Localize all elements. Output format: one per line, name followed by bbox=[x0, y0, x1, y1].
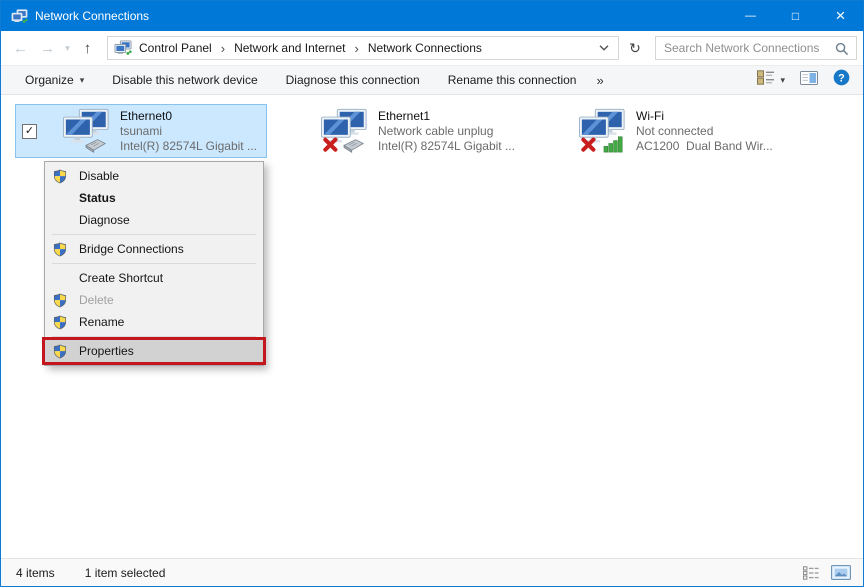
address-bar[interactable]: Control Panel›Network and Internet›Netwo… bbox=[107, 36, 619, 60]
uac-shield-icon bbox=[53, 343, 68, 359]
menu-icon-placeholder bbox=[53, 270, 68, 286]
preview-pane-button[interactable] bbox=[800, 71, 818, 90]
forward-button[interactable]: → bbox=[34, 40, 61, 57]
toolbar-item-label: Disable this network device bbox=[112, 73, 257, 87]
diagnose-this-connection-button[interactable]: Diagnose this connection bbox=[272, 66, 434, 94]
context-menu: Disable Status Diagnose Bridge Connectio… bbox=[44, 161, 264, 366]
menu-item-label: Properties bbox=[79, 344, 134, 358]
recent-locations-dropdown-icon[interactable]: ▾ bbox=[61, 43, 74, 54]
menu-item-label: Create Shortcut bbox=[79, 271, 163, 285]
uac-shield-icon bbox=[53, 168, 68, 184]
connection-tile-ethernet1[interactable]: Ethernet1 Network cable unplug Intel(R) … bbox=[273, 104, 525, 158]
connection-text: Wi-Fi Not connected AC1200 Dual Band Wir… bbox=[636, 109, 773, 154]
menu-separator bbox=[52, 263, 256, 264]
address-dropdown-icon[interactable] bbox=[590, 45, 618, 51]
titlebar: Network Connections — □ × bbox=[1, 1, 863, 31]
network-connections-window: Network Connections — □ × ← → ▾ ↑ bbox=[0, 0, 864, 587]
menu-item-status[interactable]: Status bbox=[45, 187, 263, 209]
connection-name: Ethernet0 bbox=[120, 109, 257, 124]
toolbar-overflow-icon[interactable]: » bbox=[590, 73, 609, 88]
network-connections-app-icon bbox=[11, 9, 28, 24]
menu-item-diagnose[interactable]: Diagnose bbox=[45, 209, 263, 231]
breadcrumb-item-network-and-internet[interactable]: Network and Internet bbox=[232, 41, 347, 55]
toolbar-right-group: ▾ ? bbox=[757, 69, 850, 91]
toolbar-item-label: Rename this connection bbox=[448, 73, 577, 87]
close-button[interactable]: × bbox=[818, 1, 863, 31]
view-options-icon bbox=[757, 70, 775, 90]
menu-item-label: Disable bbox=[79, 169, 119, 183]
breadcrumb-item-network-connections[interactable]: Network Connections bbox=[366, 41, 484, 55]
search-icon[interactable] bbox=[835, 42, 849, 56]
minimize-button[interactable]: — bbox=[728, 1, 773, 31]
selection-checkbox[interactable]: ✓ bbox=[22, 124, 37, 139]
wifi-adapter-icon bbox=[579, 108, 627, 154]
status-bar: 4 items 1 item selected bbox=[1, 558, 863, 586]
breadcrumb-item-control-panel[interactable]: Control Panel bbox=[137, 41, 214, 55]
menu-item-properties[interactable]: Properties bbox=[45, 340, 263, 362]
menu-item-label: Delete bbox=[79, 293, 114, 307]
svg-text:?: ? bbox=[838, 72, 845, 84]
details-view-button[interactable] bbox=[798, 563, 824, 583]
change-view-dropdown-icon: ▾ bbox=[780, 75, 785, 86]
up-button[interactable]: ↑ bbox=[74, 40, 101, 57]
organize-dropdown-icon: ▾ bbox=[80, 75, 85, 86]
connection-tile-ethernet0[interactable]: ✓ Ethernet0 tsunami Intel(R) 82574L G bbox=[15, 104, 267, 158]
command-bar: Organize ▾ Disable this network device Diag… bbox=[1, 65, 863, 95]
maximize-button[interactable]: □ bbox=[773, 1, 818, 31]
back-button[interactable]: ← bbox=[7, 40, 34, 57]
connection-status: Not connected bbox=[636, 124, 773, 139]
navigation-bar: ← → ▾ ↑ Control Panel›Network and Intern… bbox=[1, 31, 863, 65]
disable-this-network-device-button[interactable]: Disable this network device bbox=[98, 66, 271, 94]
help-button[interactable]: ? bbox=[833, 69, 850, 91]
uac-shield-icon bbox=[53, 314, 68, 330]
organize-button[interactable]: Organize ▾ bbox=[11, 66, 98, 94]
menu-item-label: Rename bbox=[79, 315, 124, 329]
window-title: Network Connections bbox=[35, 9, 149, 23]
rename-this-connection-button[interactable]: Rename this connection bbox=[434, 66, 591, 94]
connection-device: AC1200 Dual Band Wir... bbox=[636, 139, 773, 154]
connection-tile-wi-fi[interactable]: Wi-Fi Not connected AC1200 Dual Band Wir… bbox=[531, 104, 783, 158]
menu-item-label: Bridge Connections bbox=[79, 242, 184, 256]
ethernet-adapter-icon bbox=[63, 108, 111, 154]
change-view-button[interactable]: ▾ bbox=[757, 70, 785, 90]
menu-item-delete: Delete bbox=[45, 289, 263, 311]
connection-status: Network cable unplug bbox=[378, 124, 515, 139]
large-icons-view-button[interactable] bbox=[828, 563, 854, 583]
menu-separator bbox=[52, 234, 256, 235]
connections-grid: ✓ Ethernet0 tsunami Intel(R) 82574L G bbox=[1, 95, 863, 158]
menu-item-disable[interactable]: Disable bbox=[45, 165, 263, 187]
connection-name: Ethernet1 bbox=[378, 109, 515, 124]
menu-item-create-shortcut[interactable]: Create Shortcut bbox=[45, 267, 263, 289]
menu-icon-placeholder bbox=[53, 190, 68, 206]
selection-count: 1 item selected bbox=[85, 566, 166, 580]
menu-item-label: Diagnose bbox=[79, 213, 130, 227]
connection-device: Intel(R) 82574L Gigabit ... bbox=[378, 139, 515, 154]
breadcrumb-separator-icon: › bbox=[347, 41, 365, 56]
window-controls: — □ × bbox=[728, 1, 863, 31]
breadcrumb: Control Panel›Network and Internet›Netwo… bbox=[137, 41, 484, 56]
menu-icon-placeholder bbox=[53, 212, 68, 228]
uac-shield-icon bbox=[53, 292, 68, 308]
connection-name: Wi-Fi bbox=[636, 109, 773, 124]
menu-item-label: Status bbox=[79, 191, 116, 205]
ethernet-adapter-icon bbox=[321, 108, 369, 154]
connection-text: Ethernet1 Network cable unplug Intel(R) … bbox=[378, 109, 515, 154]
uac-shield-icon bbox=[53, 241, 68, 257]
search-box[interactable] bbox=[655, 36, 857, 60]
menu-separator bbox=[52, 336, 256, 337]
toolbar-item-label: Diagnose this connection bbox=[286, 73, 420, 87]
connection-status: tsunami bbox=[120, 124, 257, 139]
search-input[interactable] bbox=[656, 37, 856, 59]
toolbar-item-label: Organize bbox=[25, 73, 74, 87]
network-connections-location-icon bbox=[114, 40, 132, 56]
items-count: 4 items bbox=[16, 566, 55, 580]
connection-text: Ethernet0 tsunami Intel(R) 82574L Gigabi… bbox=[120, 109, 257, 154]
statusbar-view-toggles bbox=[798, 563, 854, 583]
connection-device: Intel(R) 82574L Gigabit ... bbox=[120, 139, 257, 154]
breadcrumb-separator-icon: › bbox=[214, 41, 232, 56]
menu-item-rename[interactable]: Rename bbox=[45, 311, 263, 333]
menu-item-bridge-connections[interactable]: Bridge Connections bbox=[45, 238, 263, 260]
refresh-icon[interactable]: ↻ bbox=[624, 40, 646, 57]
